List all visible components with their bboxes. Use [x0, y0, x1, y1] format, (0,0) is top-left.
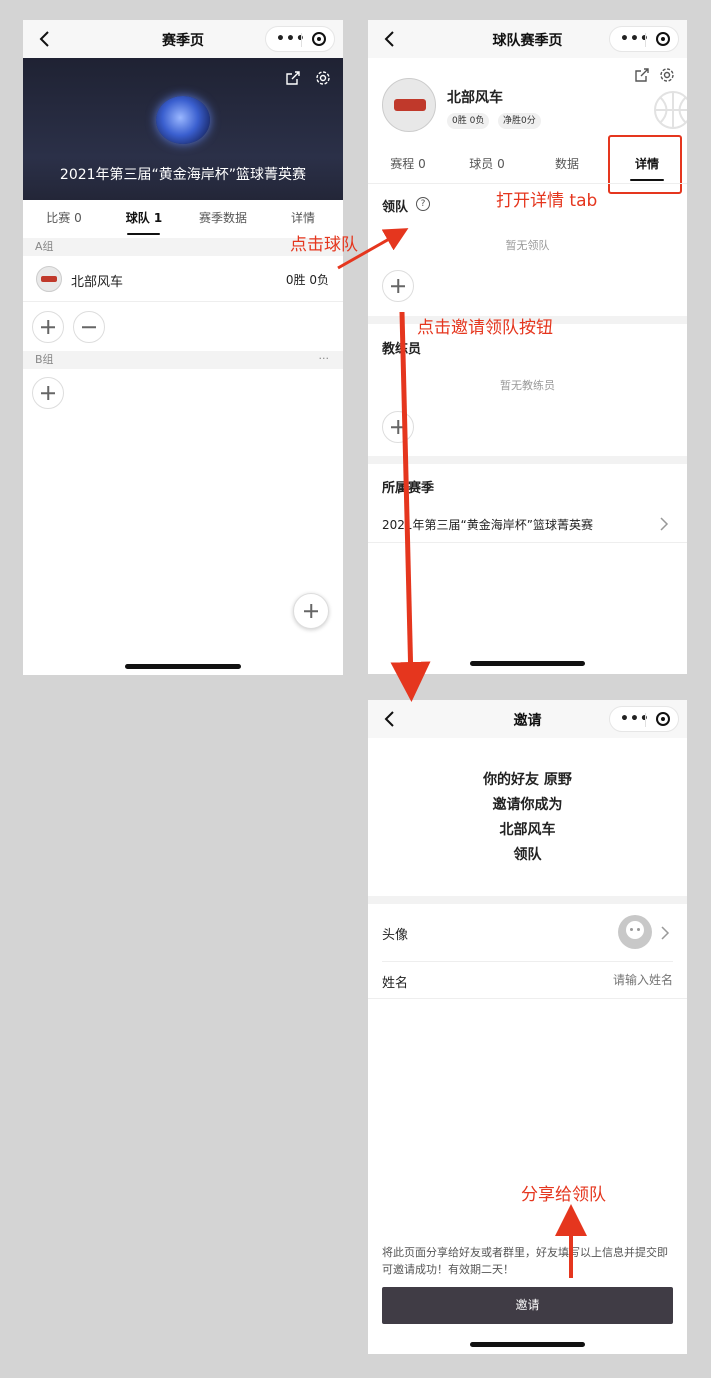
- annotation-click-invite: 点击邀请领队按钮: [417, 318, 553, 338]
- invite-line: 邀请你成为: [492, 797, 563, 813]
- tab-schedule[interactable]: 赛程 0: [373, 146, 443, 184]
- avatar-label: 头像: [382, 928, 409, 943]
- name-row: 姓名: [368, 962, 687, 998]
- section-separator: [368, 896, 687, 904]
- home-indicator: [125, 664, 241, 669]
- settings-icon[interactable]: [315, 70, 331, 86]
- invite-line: 北部风车: [499, 822, 556, 838]
- divider: [368, 183, 687, 184]
- remove-team-button[interactable]: [73, 311, 105, 343]
- team-record: 0胜 0负: [285, 273, 329, 287]
- invite-message: 你的好友 原野 邀请你成为 北部风车 领队: [368, 768, 687, 868]
- season-link[interactable]: 2021年第三届“黄金海岸杯”篮球菁英赛: [382, 516, 593, 533]
- annotation-open-detail: 打开详情 tab: [496, 191, 598, 211]
- screen-season-page: 赛季页 ••• 2021年第三届“黄金海岸杯”篮球菁英赛 比赛 0 球队 1 赛…: [23, 20, 343, 675]
- invite-button[interactable]: 邀请: [382, 1287, 673, 1324]
- capsule-divider: [645, 33, 646, 47]
- avatar-row[interactable]: 头像: [368, 904, 687, 961]
- close-miniprogram-icon[interactable]: [656, 32, 670, 46]
- team-row[interactable]: 北部风车 0胜 0负: [23, 257, 343, 301]
- net-points-badge: 净胜0分: [498, 113, 541, 129]
- help-icon[interactable]: ?: [416, 197, 430, 211]
- divider: [368, 542, 687, 543]
- share-notice: 将此页面分享给好友或者群里，好友填写以上信息并提交即可邀请成功！有效期二天！: [382, 1246, 668, 1276]
- team-logo: [382, 78, 436, 132]
- avatar[interactable]: [618, 915, 652, 949]
- home-indicator: [470, 661, 585, 666]
- capsule-divider: [645, 713, 646, 727]
- divider: [23, 301, 343, 302]
- season-title: 2021年第三届“黄金海岸杯”篮球菁英赛: [59, 167, 307, 183]
- invite-coach-button[interactable]: [382, 411, 414, 443]
- invite-line: 你的好友 原野: [483, 772, 572, 788]
- nav-bar: 赛季页 •••: [23, 20, 343, 58]
- chevron-right-icon[interactable]: [659, 925, 671, 941]
- highlight-box: [608, 135, 682, 194]
- basketball-icon: [654, 91, 687, 129]
- team-logo: [36, 266, 62, 292]
- invite-leader-button[interactable]: [382, 270, 414, 302]
- add-team-group-b-button[interactable]: [32, 377, 64, 409]
- capsule-divider: [301, 33, 302, 47]
- leader-label: 领队: [382, 200, 409, 215]
- nav-bar: 球队赛季页 •••: [368, 20, 687, 58]
- group-b-header: B组: [23, 351, 343, 369]
- invite-line: 领队: [513, 847, 542, 863]
- team-name: 北部风车: [71, 275, 124, 290]
- tab-matches[interactable]: 比赛 0: [29, 200, 99, 238]
- group-b-more-icon[interactable]: ···: [319, 352, 330, 365]
- share-icon[interactable]: [285, 70, 301, 86]
- chevron-right-icon[interactable]: [658, 516, 670, 532]
- tab-season-stats[interactable]: 赛季数据: [188, 200, 258, 238]
- annotation-click-team: 点击球队: [290, 235, 358, 255]
- home-indicator: [470, 1342, 585, 1347]
- annotation-share-leader: 分享给领队: [521, 1185, 606, 1205]
- menu-capsule[interactable]: •••: [609, 706, 679, 732]
- name-label: 姓名: [382, 976, 409, 991]
- menu-capsule[interactable]: •••: [265, 26, 335, 52]
- nav-bar: 邀请 •••: [368, 700, 687, 738]
- no-coach-text: 暂无教练员: [500, 379, 555, 392]
- screen-team-season-page: 球队赛季页 ••• 北部风车 0胜 0负 净胜0分 赛程 0 球员 0 数据 详…: [368, 20, 687, 674]
- close-miniprogram-icon[interactable]: [656, 712, 670, 726]
- tab-data[interactable]: 数据: [532, 146, 602, 184]
- menu-capsule[interactable]: •••: [609, 26, 679, 52]
- season-banner: 2021年第三届“黄金海岸杯”篮球菁英赛: [23, 58, 343, 200]
- close-miniprogram-icon[interactable]: [312, 32, 326, 46]
- settings-icon[interactable]: [659, 67, 675, 83]
- add-team-button[interactable]: [32, 311, 64, 343]
- team-name: 北部风车: [447, 90, 503, 106]
- share-icon[interactable]: [634, 67, 650, 83]
- record-badge: 0胜 0负: [447, 113, 490, 129]
- screen-invite-page: 邀请 ••• 你的好友 原野 邀请你成为 北部风车 领队 头像 姓名 将此页面分…: [368, 700, 687, 1354]
- divider: [368, 998, 687, 999]
- no-leader-text: 暂无领队: [505, 239, 550, 252]
- coach-label: 教练员: [382, 342, 422, 357]
- active-tab-indicator: [127, 233, 160, 235]
- season-logo: [156, 96, 210, 144]
- name-input[interactable]: [513, 968, 673, 992]
- tab-players[interactable]: 球员 0: [452, 146, 522, 184]
- floating-add-button[interactable]: [293, 593, 329, 629]
- season-section-label: 所属赛季: [382, 481, 435, 496]
- section-separator: [368, 456, 687, 464]
